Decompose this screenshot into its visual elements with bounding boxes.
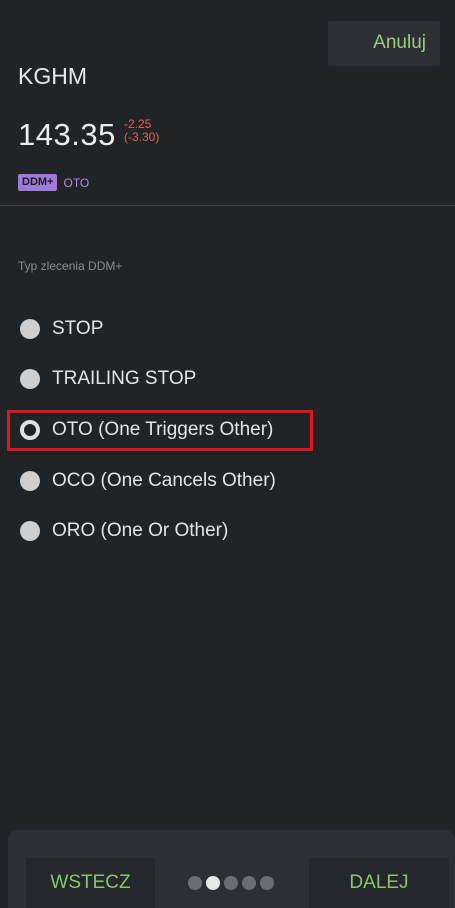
- page-dot: [188, 876, 202, 890]
- page-indicator: [188, 876, 274, 890]
- last-price: 143.35: [18, 117, 116, 152]
- back-button[interactable]: WSTECZ: [26, 858, 155, 908]
- cancel-button[interactable]: Anuluj: [328, 21, 440, 66]
- order-type-badge: OTO: [63, 175, 90, 190]
- radio-icon[interactable]: [20, 319, 40, 339]
- page-dot: [242, 876, 256, 890]
- order-badges: DDM+ OTO: [18, 174, 89, 191]
- option-oro[interactable]: ORO (One Or Other): [20, 516, 228, 546]
- page-dot-active: [206, 876, 220, 890]
- ddm-badge: DDM+: [18, 174, 58, 191]
- option-label: TRAILING STOP: [52, 368, 197, 389]
- price-change: -2.25 (-3.30): [124, 118, 159, 144]
- option-stop[interactable]: STOP: [20, 314, 103, 344]
- next-button[interactable]: DALEJ: [309, 858, 449, 908]
- option-label: STOP: [52, 318, 104, 339]
- page-dot: [260, 876, 274, 890]
- radio-icon[interactable]: [20, 369, 40, 389]
- change-percent: (-3.30): [124, 130, 160, 144]
- option-trailing-stop[interactable]: TRAILING STOP: [20, 364, 196, 394]
- ticker-symbol: KGHM: [18, 63, 87, 89]
- option-oco[interactable]: OCO (One Cancels Other): [20, 466, 276, 496]
- radio-icon[interactable]: [20, 521, 40, 541]
- order-type-section-label: Typ zlecenia DDM+: [18, 259, 123, 273]
- instrument-header: Anuluj KGHM 143.35 -2.25 (-3.30) DDM+ OT…: [0, 0, 455, 206]
- option-label: ORO (One Or Other): [52, 520, 229, 541]
- radio-icon[interactable]: [20, 471, 40, 491]
- page-dot: [224, 876, 238, 890]
- selection-highlight-box: [7, 410, 313, 451]
- option-label: OCO (One Cancels Other): [52, 470, 276, 491]
